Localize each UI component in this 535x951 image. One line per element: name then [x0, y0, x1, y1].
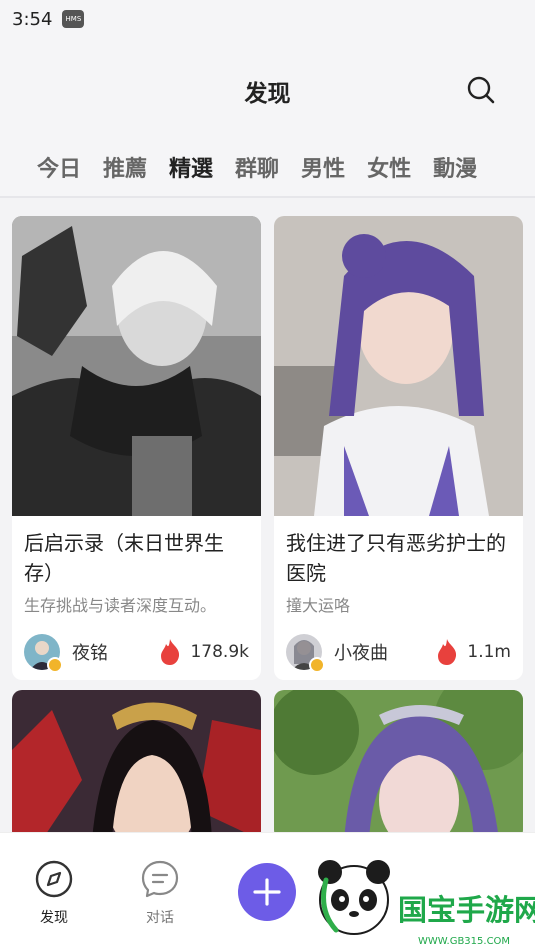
fire-icon	[438, 639, 457, 665]
search-icon	[467, 76, 495, 104]
story-title: 后启示录（末日世界生存）	[24, 531, 224, 585]
story-card[interactable]	[12, 690, 261, 840]
hms-badge: HMS	[62, 10, 85, 28]
avatar[interactable]	[24, 634, 63, 673]
tab-recommended[interactable]: 推薦	[103, 151, 147, 183]
story-cover-image	[12, 690, 261, 840]
fire-icon	[161, 639, 180, 665]
chat-bubble-icon	[141, 860, 179, 898]
popularity-count: 1.1m	[467, 642, 511, 662]
header: 发现	[0, 38, 535, 138]
tab-male[interactable]: 男性	[301, 151, 345, 183]
svg-text:国宝手游网: 国宝手游网	[398, 893, 535, 927]
story-description: 生存挑战与读者深度互动。	[24, 596, 217, 615]
compass-icon	[35, 860, 73, 898]
story-card[interactable]: 后启示录（末日世界生存） 生存挑战与读者深度互动。 夜铭 178.9k	[12, 216, 261, 680]
tab-chat[interactable]: 对话	[130, 859, 190, 927]
author-name: 小夜曲	[334, 643, 388, 664]
tab-anime[interactable]: 動漫	[433, 151, 477, 183]
status-bar: 3:54 HMS	[0, 0, 535, 38]
tab-discover[interactable]: 发现	[24, 859, 84, 927]
status-time: 3:54	[12, 8, 53, 30]
page-title: 发现	[244, 81, 291, 107]
tab-today[interactable]: 今日	[37, 151, 81, 183]
verified-badge-icon	[309, 657, 325, 673]
watermark: 国宝手游网 WWW.GB315.COM	[306, 850, 535, 951]
story-card[interactable]: 我住进了只有恶劣护士的医院 撞大运咯 小夜曲 1.1m	[274, 216, 523, 680]
tab-female[interactable]: 女性	[367, 151, 411, 183]
story-description: 撞大运咯	[286, 596, 351, 615]
tab-chat-label: 对话	[146, 910, 174, 926]
watermark-logo: 国宝手游网 WWW.GB315.COM	[318, 860, 535, 947]
story-cover-image	[274, 216, 523, 516]
story-card[interactable]	[274, 690, 523, 840]
plus-icon	[253, 878, 281, 906]
author-name: 夜铭	[72, 643, 108, 664]
svg-text:WWW.GB315.COM: WWW.GB315.COM	[418, 936, 510, 947]
story-cover-image	[274, 690, 523, 840]
verified-badge-icon	[47, 657, 63, 673]
search-button[interactable]	[465, 74, 497, 106]
story-title: 我住进了只有恶劣护士的医院	[286, 531, 506, 585]
category-tabs: 今日 推薦 精選 群聊 男性 女性 動漫	[0, 138, 535, 198]
tab-featured[interactable]: 精選	[169, 151, 213, 183]
tab-discover-label: 发现	[40, 910, 68, 926]
story-cover-image	[12, 216, 261, 516]
create-button[interactable]	[238, 863, 296, 921]
popularity-count: 178.9k	[190, 642, 249, 662]
avatar[interactable]	[286, 634, 325, 673]
tab-group-chat[interactable]: 群聊	[235, 151, 279, 183]
